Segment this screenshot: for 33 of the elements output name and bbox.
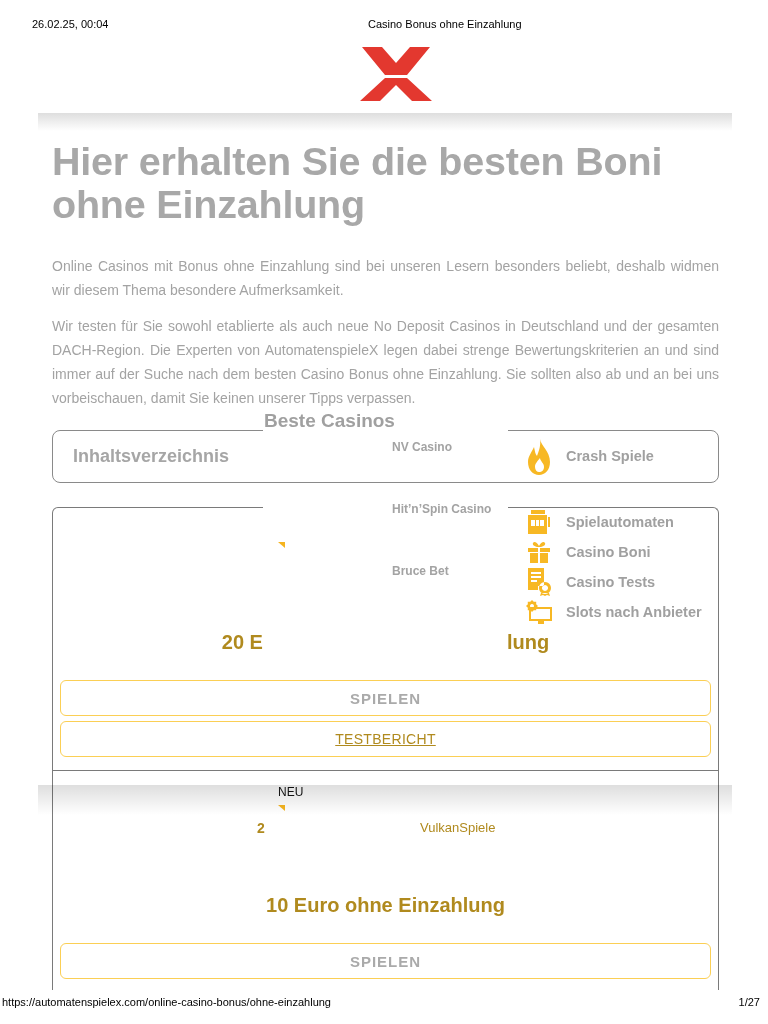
- menu-link[interactable]: Slots nach Anbieter: [525, 600, 702, 624]
- menu-link[interactable]: Crash Spiele: [525, 438, 654, 475]
- casino-link[interactable]: NV Casino: [392, 439, 452, 455]
- casino-link[interactable]: Bruce Bet: [392, 563, 449, 579]
- print-date: 26.02.25, 00:04: [32, 17, 110, 31]
- bonus-title: 20 E: [221, 630, 263, 654]
- slot-machine-icon: [527, 510, 551, 534]
- monitor-gear-icon: [525, 600, 553, 624]
- bonus-title: lung: [506, 630, 550, 654]
- page-number: 1/27: [738, 995, 760, 1009]
- menu-heading: Beste Casinos: [264, 411, 395, 430]
- rank-number: 2: [257, 820, 266, 836]
- casino-name-link[interactable]: VulkanSpiele: [420, 820, 496, 836]
- fire-icon: [527, 438, 551, 475]
- corner-triangle-icon: [278, 805, 285, 811]
- certificate-icon: [527, 568, 551, 596]
- casino-link[interactable]: Hit’n’Spin Casino: [392, 501, 492, 517]
- print-title: Casino Bonus ohne Einzahlung: [368, 17, 522, 31]
- review-button[interactable]: TESTBERICHT: [60, 721, 711, 757]
- intro-paragraph: Online Casinos mit Bonus ohne Einzahlung sind bei unseren Lesern besonders beliebt, deshalb widmen wir diesem Thema besondere Aufmerksamkeit.: [52, 257, 719, 300]
- play-button[interactable]: SPIELEN: [60, 943, 711, 979]
- new-label: NEU: [278, 785, 304, 799]
- gift-icon: [527, 541, 551, 563]
- menu-link[interactable]: Casino Tests: [525, 568, 656, 596]
- intro-paragraph: Wir testen für Sie sowohl etablierte als auch neue No Deposit Casinos in Deutschland und der gesamten DACH-Region. Die Experten von AutomatenspieleX legen dabei strenge Bewertungskriterien an und sind immer auf der Suche nach dem besten Casino Bonus ohne Einzahlung. Sie sollten also ab und an bei uns vorbeischauen, damit Sie keinen unserer Tipps verpassen.: [52, 317, 719, 408]
- page-heading: Hier erhalten Sie die besten Boni ohne Einzahlung: [52, 140, 664, 226]
- corner-triangle-icon: [278, 542, 285, 548]
- play-button[interactable]: SPIELEN: [60, 680, 711, 716]
- menu-link[interactable]: Casino Boni: [525, 541, 651, 563]
- menu-link[interactable]: Spielautomaten: [525, 510, 674, 534]
- page-url: https://automatenspielex.com/online-casino-bonus/ohne-einzahlung: [2, 995, 331, 1009]
- bonus-title: 10 Euro ohne Einzahlung: [266, 893, 505, 917]
- logo-icon[interactable]: [359, 47, 432, 101]
